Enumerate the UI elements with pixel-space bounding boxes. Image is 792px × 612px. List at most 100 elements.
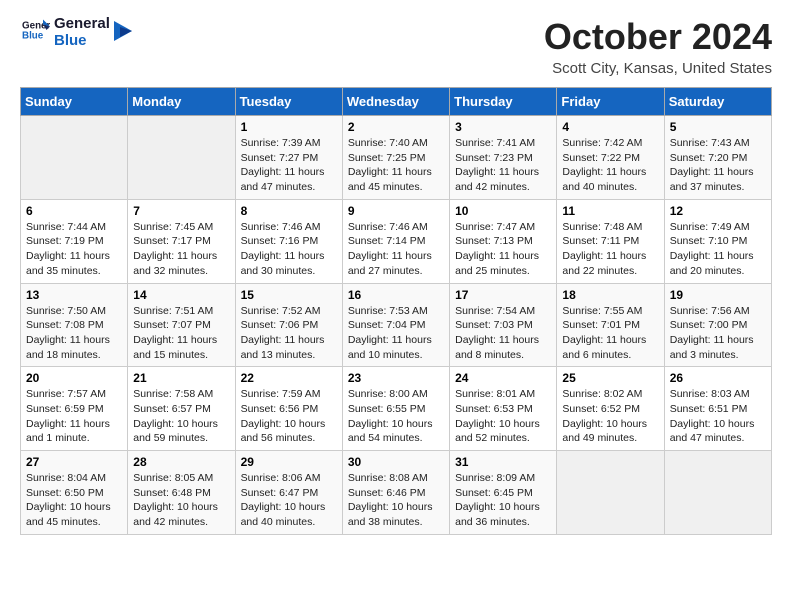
day-number: 3 — [455, 120, 551, 134]
calendar-cell: 19 Sunrise: 7:56 AM Sunset: 7:00 PM Dayli… — [664, 283, 771, 367]
logo-general: General — [54, 16, 110, 33]
day-info: Sunrise: 8:00 AM Sunset: 6:55 PM Dayligh… — [348, 387, 444, 446]
day-info: Sunrise: 8:05 AM Sunset: 6:48 PM Dayligh… — [133, 471, 229, 530]
calendar-cell: 25 Sunrise: 8:02 AM Sunset: 6:52 PM Dayli… — [557, 367, 664, 451]
calendar-cell: 17 Sunrise: 7:54 AM Sunset: 7:03 PM Dayli… — [450, 283, 557, 367]
calendar-cell: 30Sunrise: 8:08 AM Sunset: 6:46 PM Dayli… — [342, 451, 449, 535]
day-number: 1 — [241, 120, 337, 134]
calendar-cell: 1 Sunrise: 7:39 AM Sunset: 7:27 PM Daylig… — [235, 116, 342, 200]
day-number: 5 — [670, 120, 766, 134]
day-number: 15 — [241, 288, 337, 302]
calendar-cell: 16 Sunrise: 7:53 AM Sunset: 7:04 PM Dayli… — [342, 283, 449, 367]
day-info: Sunrise: 8:06 AM Sunset: 6:47 PM Dayligh… — [241, 471, 337, 530]
calendar-header-row: SundayMondayTuesdayWednesdayThursdayFrid… — [21, 88, 772, 116]
calendar-cell: 10 Sunrise: 7:47 AM Sunset: 7:13 PM Dayli… — [450, 199, 557, 283]
calendar-cell: 15 Sunrise: 7:52 AM Sunset: 7:06 PM Dayli… — [235, 283, 342, 367]
day-number: 6 — [26, 204, 122, 218]
day-number: 19 — [670, 288, 766, 302]
month-title: October 2024 — [544, 16, 772, 58]
calendar-cell: 9 Sunrise: 7:46 AM Sunset: 7:14 PM Daylig… — [342, 199, 449, 283]
logo-triangle-icon — [112, 17, 134, 45]
title-block: October 2024 Scott City, Kansas, United … — [544, 16, 772, 77]
day-info: Sunrise: 7:47 AM Sunset: 7:13 PM Dayligh… — [455, 220, 551, 279]
calendar-cell — [128, 116, 235, 200]
calendar-cell: 4 Sunrise: 7:42 AM Sunset: 7:22 PM Daylig… — [557, 116, 664, 200]
col-header-friday: Friday — [557, 88, 664, 116]
day-number: 27 — [26, 455, 122, 469]
day-number: 29 — [241, 455, 337, 469]
week-row-1: 1 Sunrise: 7:39 AM Sunset: 7:27 PM Daylig… — [21, 116, 772, 200]
day-number: 17 — [455, 288, 551, 302]
day-info: Sunrise: 7:50 AM Sunset: 7:08 PM Dayligh… — [26, 304, 122, 363]
calendar-cell: 20Sunrise: 7:57 AM Sunset: 6:59 PM Dayli… — [21, 367, 128, 451]
calendar-cell: 13 Sunrise: 7:50 AM Sunset: 7:08 PM Dayli… — [21, 283, 128, 367]
day-number: 31 — [455, 455, 551, 469]
day-info: Sunrise: 7:57 AM Sunset: 6:59 PM Dayligh… — [26, 387, 122, 446]
day-info: Sunrise: 7:58 AM Sunset: 6:57 PM Dayligh… — [133, 387, 229, 446]
day-number: 24 — [455, 371, 551, 385]
week-row-5: 27Sunrise: 8:04 AM Sunset: 6:50 PM Dayli… — [21, 451, 772, 535]
day-info: Sunrise: 8:09 AM Sunset: 6:45 PM Dayligh… — [455, 471, 551, 530]
day-number: 12 — [670, 204, 766, 218]
calendar-cell: 29 Sunrise: 8:06 AM Sunset: 6:47 PM Dayli… — [235, 451, 342, 535]
day-number: 7 — [133, 204, 229, 218]
calendar-cell: 26 Sunrise: 8:03 AM Sunset: 6:51 PM Dayli… — [664, 367, 771, 451]
calendar-cell: 3 Sunrise: 7:41 AM Sunset: 7:23 PM Daylig… — [450, 116, 557, 200]
calendar-cell: 7 Sunrise: 7:45 AM Sunset: 7:17 PM Daylig… — [128, 199, 235, 283]
day-number: 21 — [133, 371, 229, 385]
calendar-cell: 5 Sunrise: 7:43 AM Sunset: 7:20 PM Daylig… — [664, 116, 771, 200]
day-info: Sunrise: 7:46 AM Sunset: 7:14 PM Dayligh… — [348, 220, 444, 279]
day-number: 2 — [348, 120, 444, 134]
col-header-thursday: Thursday — [450, 88, 557, 116]
day-number: 13 — [26, 288, 122, 302]
logo-blue: Blue — [54, 33, 110, 50]
day-info: Sunrise: 7:54 AM Sunset: 7:03 PM Dayligh… — [455, 304, 551, 363]
col-header-sunday: Sunday — [21, 88, 128, 116]
day-info: Sunrise: 7:39 AM Sunset: 7:27 PM Dayligh… — [241, 136, 337, 195]
calendar-table: SundayMondayTuesdayWednesdayThursdayFrid… — [20, 87, 772, 535]
col-header-wednesday: Wednesday — [342, 88, 449, 116]
day-info: Sunrise: 8:03 AM Sunset: 6:51 PM Dayligh… — [670, 387, 766, 446]
day-number: 16 — [348, 288, 444, 302]
day-number: 4 — [562, 120, 658, 134]
calendar-cell: 14Sunrise: 7:51 AM Sunset: 7:07 PM Dayli… — [128, 283, 235, 367]
day-info: Sunrise: 8:02 AM Sunset: 6:52 PM Dayligh… — [562, 387, 658, 446]
day-number: 9 — [348, 204, 444, 218]
calendar-cell: 24 Sunrise: 8:01 AM Sunset: 6:53 PM Dayli… — [450, 367, 557, 451]
day-info: Sunrise: 7:43 AM Sunset: 7:20 PM Dayligh… — [670, 136, 766, 195]
day-number: 10 — [455, 204, 551, 218]
calendar-cell: 2 Sunrise: 7:40 AM Sunset: 7:25 PM Daylig… — [342, 116, 449, 200]
day-info: Sunrise: 7:53 AM Sunset: 7:04 PM Dayligh… — [348, 304, 444, 363]
day-number: 30 — [348, 455, 444, 469]
day-info: Sunrise: 7:59 AM Sunset: 6:56 PM Dayligh… — [241, 387, 337, 446]
day-info: Sunrise: 7:40 AM Sunset: 7:25 PM Dayligh… — [348, 136, 444, 195]
day-info: Sunrise: 7:41 AM Sunset: 7:23 PM Dayligh… — [455, 136, 551, 195]
day-info: Sunrise: 7:55 AM Sunset: 7:01 PM Dayligh… — [562, 304, 658, 363]
day-info: Sunrise: 7:44 AM Sunset: 7:19 PM Dayligh… — [26, 220, 122, 279]
col-header-saturday: Saturday — [664, 88, 771, 116]
calendar-cell: 27Sunrise: 8:04 AM Sunset: 6:50 PM Dayli… — [21, 451, 128, 535]
calendar-cell — [557, 451, 664, 535]
day-number: 11 — [562, 204, 658, 218]
day-number: 25 — [562, 371, 658, 385]
svg-text:Blue: Blue — [22, 30, 44, 41]
day-info: Sunrise: 7:52 AM Sunset: 7:06 PM Dayligh… — [241, 304, 337, 363]
day-number: 22 — [241, 371, 337, 385]
day-info: Sunrise: 7:56 AM Sunset: 7:00 PM Dayligh… — [670, 304, 766, 363]
week-row-2: 6 Sunrise: 7:44 AM Sunset: 7:19 PM Daylig… — [21, 199, 772, 283]
day-number: 28 — [133, 455, 229, 469]
day-info: Sunrise: 7:45 AM Sunset: 7:17 PM Dayligh… — [133, 220, 229, 279]
day-number: 26 — [670, 371, 766, 385]
calendar-cell: 12Sunrise: 7:49 AM Sunset: 7:10 PM Dayli… — [664, 199, 771, 283]
calendar-cell: 23 Sunrise: 8:00 AM Sunset: 6:55 PM Dayli… — [342, 367, 449, 451]
day-number: 23 — [348, 371, 444, 385]
day-info: Sunrise: 7:42 AM Sunset: 7:22 PM Dayligh… — [562, 136, 658, 195]
calendar-cell: 11Sunrise: 7:48 AM Sunset: 7:11 PM Dayli… — [557, 199, 664, 283]
week-row-4: 20Sunrise: 7:57 AM Sunset: 6:59 PM Dayli… — [21, 367, 772, 451]
calendar-cell: 22 Sunrise: 7:59 AM Sunset: 6:56 PM Dayli… — [235, 367, 342, 451]
calendar-cell — [21, 116, 128, 200]
calendar-cell: 6 Sunrise: 7:44 AM Sunset: 7:19 PM Daylig… — [21, 199, 128, 283]
day-number: 18 — [562, 288, 658, 302]
calendar-cell — [664, 451, 771, 535]
day-info: Sunrise: 8:01 AM Sunset: 6:53 PM Dayligh… — [455, 387, 551, 446]
